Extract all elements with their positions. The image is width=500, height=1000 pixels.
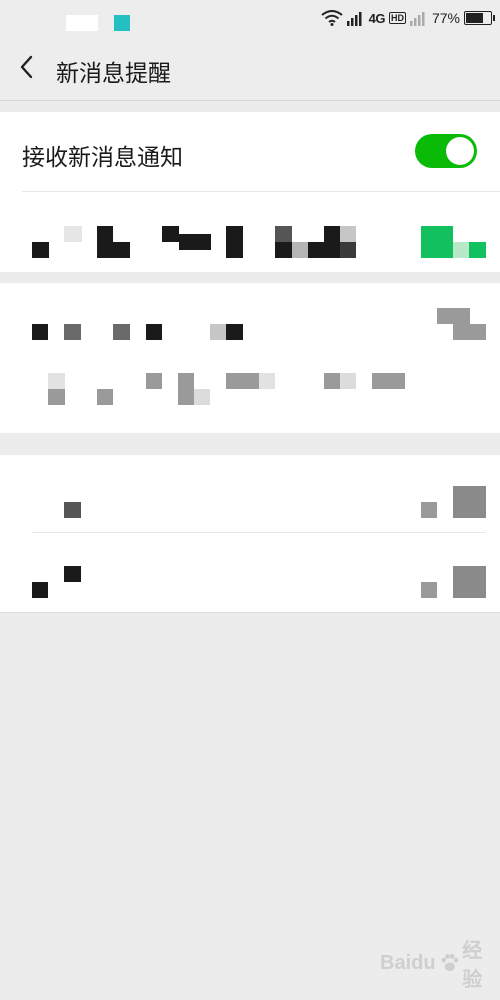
wifi-icon (321, 10, 343, 26)
receive-notifications-label: 接收新消息通知 (22, 144, 183, 170)
title-bar: 新消息提醒 (0, 36, 500, 101)
receive-notifications-row[interactable]: 接收新消息通知 (0, 112, 500, 190)
notification-indicator (114, 15, 130, 31)
page-title: 新消息提醒 (56, 60, 171, 86)
redacted-setting-row[interactable] (0, 192, 500, 272)
back-button[interactable] (14, 52, 44, 82)
redacted-setting-row[interactable] (0, 283, 500, 433)
network-type: 4G (368, 10, 386, 26)
settings-card-primary: 接收新消息通知 (0, 112, 500, 272)
hd-badge: HD (388, 12, 406, 24)
watermark-suffix: 经验 (462, 940, 483, 991)
receive-notifications-toggle[interactable] (415, 134, 477, 168)
signal-weak-icon (409, 12, 425, 26)
battery-icon (464, 11, 495, 25)
battery-percent: 77% (431, 10, 460, 26)
notification-placeholder (66, 15, 98, 31)
settings-card-tertiary (0, 455, 500, 613)
battery-level (466, 13, 483, 23)
watermark-brand: Baidu (380, 951, 436, 974)
status-bar: 4G HD 77% (0, 0, 500, 36)
paw-icon (440, 954, 458, 972)
redacted-setting-row[interactable] (0, 455, 500, 532)
settings-card-secondary (0, 283, 500, 433)
signal-icon (346, 12, 362, 26)
baidu-watermark: Baidu 经验 (380, 940, 500, 991)
toggle-knob (446, 137, 474, 165)
status-icons: 4G HD 77% (321, 8, 495, 28)
chevron-left-icon (20, 55, 33, 79)
redacted-setting-row[interactable] (0, 533, 500, 612)
